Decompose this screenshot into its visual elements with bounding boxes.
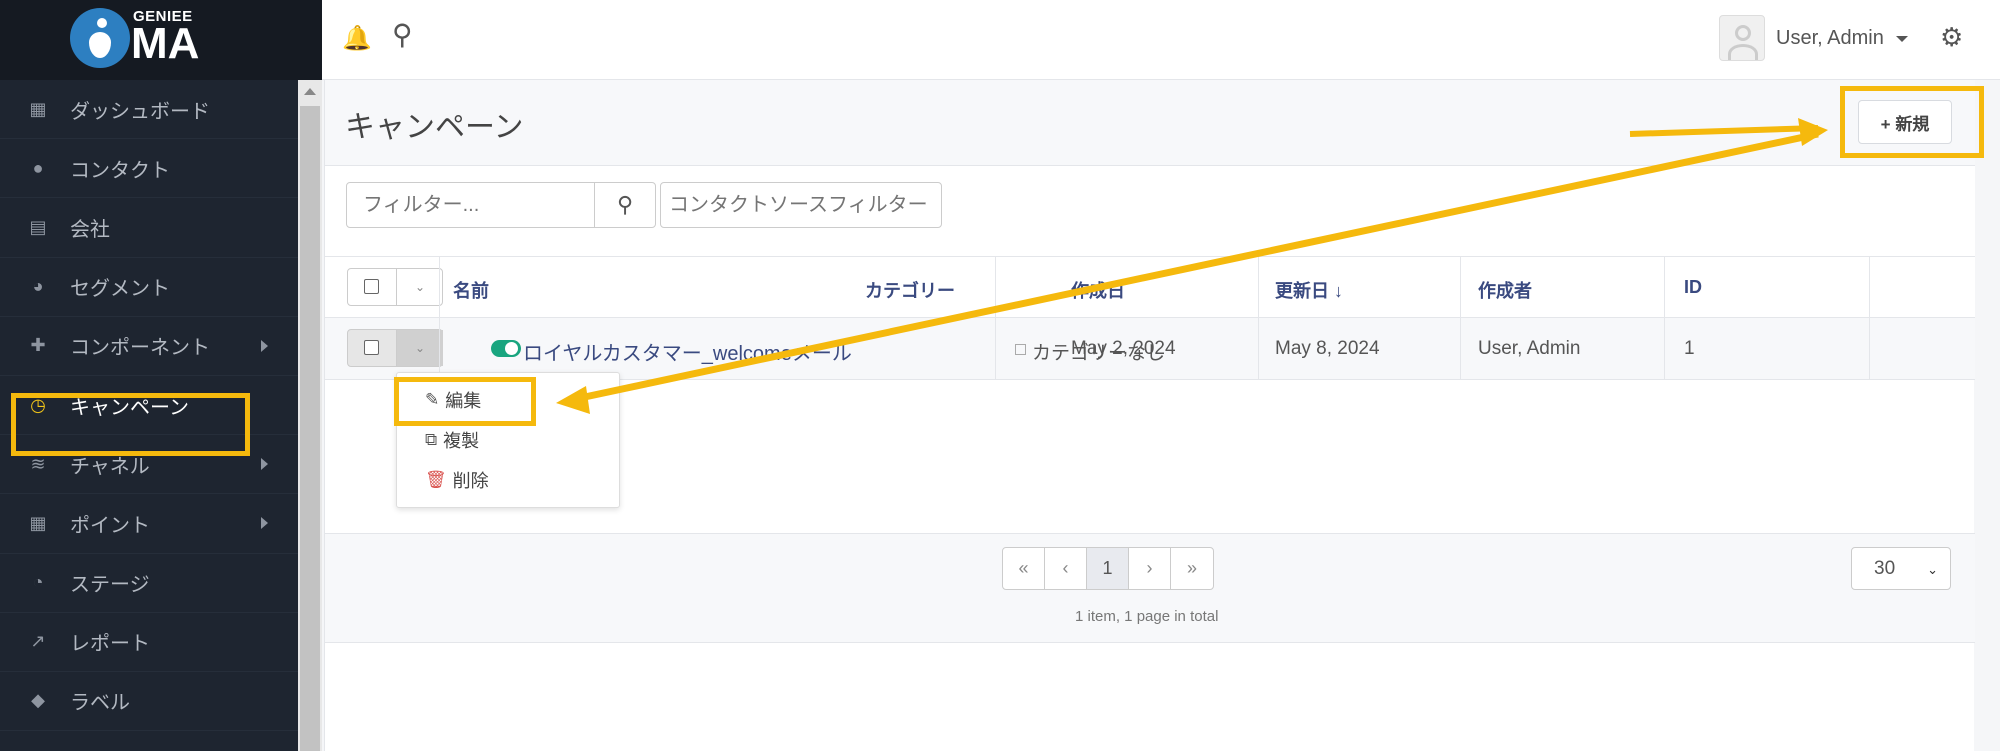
menu-item-delete[interactable]: 🗑 削除 — [425, 467, 489, 493]
sidebar-item-contacts[interactable]: ● コンタクト — [0, 139, 298, 199]
sidebar-item-label: コンポーネント — [70, 337, 210, 360]
sidebar-item-label: レポート — [70, 633, 150, 656]
sidebar-item-labels[interactable]: ◆ ラベル — [0, 672, 298, 732]
pagination-info: 1 item, 1 page in total — [1075, 608, 1219, 625]
pagination: « ‹ 1 › » — [1002, 547, 1214, 590]
first-page-button[interactable]: « — [1003, 548, 1045, 589]
campaign-name-link[interactable]: ロイヤルカスタマー_welcomeメール — [523, 337, 852, 366]
chevron-right-icon — [261, 517, 268, 530]
sidebar-item-segments[interactable]: ◕ セグメント — [0, 258, 298, 317]
table-header: ⌄ 名前 カテゴリー 作成日 更新日 ↓ 作成者 ID — [325, 256, 1975, 318]
published-toggle[interactable] — [491, 340, 521, 357]
menu-item-duplicate[interactable]: ⧉ 複製 — [425, 427, 479, 453]
select-all-checkbox[interactable] — [364, 279, 379, 294]
sidebar-item-companies[interactable]: ▤ 会社 — [0, 198, 298, 258]
pie-chart-icon: ◕ — [32, 276, 44, 297]
prev-page-button[interactable]: ‹ — [1045, 548, 1087, 589]
row-actions-caret-icon[interactable]: ⌄ — [396, 330, 443, 366]
chevron-right-icon — [261, 458, 268, 471]
select-all-control[interactable]: ⌄ — [347, 268, 443, 306]
bell-icon[interactable]: 🔔 — [342, 24, 372, 53]
search-icon[interactable]: ⚲ — [392, 18, 413, 51]
column-divider — [439, 256, 440, 380]
avatar[interactable] — [1719, 15, 1765, 61]
building-icon: ▤ — [29, 216, 47, 237]
sidebar-item-label: ダッシュボード — [70, 100, 210, 123]
scroll-up-arrow-icon[interactable] — [304, 88, 316, 95]
sidebar-item-dashboard[interactable]: ▦ ダッシュボード — [0, 80, 298, 140]
highlight-new-button-box — [1840, 86, 1984, 158]
search-icon: ⚲ — [616, 192, 634, 217]
logo-mark-icon — [70, 8, 130, 68]
sidebar-item-label: ポイント — [70, 514, 150, 537]
top-bar: 🔔 ⚲ User, Admin ⚙ — [322, 0, 2000, 80]
last-page-button[interactable]: » — [1171, 548, 1213, 589]
updated-date-cell: May 8, 2024 — [1275, 338, 1380, 359]
line-chart-icon: ↗ — [30, 631, 46, 652]
column-header-id[interactable]: ID — [1684, 277, 1702, 298]
table-row: ⌄ ロイヤルカスタマー_welcomeメール カテゴリーなし May 2, 20… — [325, 318, 1975, 380]
per-page-value: 30 — [1874, 557, 1896, 579]
scroll-thumb[interactable] — [300, 106, 320, 751]
highlight-campaigns-box — [11, 393, 250, 456]
chevron-right-icon — [261, 339, 268, 352]
calculator-icon: ▦ — [29, 512, 47, 533]
column-header-category[interactable]: カテゴリー — [865, 277, 955, 303]
column-header-created[interactable]: 作成日 — [1071, 277, 1125, 303]
page-title: キャンペーン — [345, 111, 524, 144]
filter-search-button[interactable]: ⚲ — [594, 182, 656, 228]
column-header-updated[interactable]: 更新日 ↓ — [1275, 277, 1343, 303]
id-cell: 1 — [1684, 338, 1695, 359]
tag-icon: ◆ — [31, 690, 45, 711]
sidebar-item-stages[interactable]: ◔ ステージ — [0, 554, 298, 613]
logo-product-text: MA — [131, 19, 200, 68]
column-header-author[interactable]: 作成者 — [1478, 277, 1532, 303]
sidebar-item-points[interactable]: ▦ ポイント — [0, 494, 298, 554]
contact-source-filter-input[interactable] — [660, 182, 942, 228]
author-cell: User, Admin — [1478, 338, 1581, 359]
bulk-actions-caret-icon[interactable]: ⌄ — [396, 269, 443, 305]
row-checkbox[interactable] — [364, 340, 379, 355]
page-header: キャンペーン + 新規 — [325, 80, 1975, 166]
user-menu-name[interactable]: User, Admin — [1776, 27, 1884, 50]
highlight-edit-box — [394, 377, 536, 426]
sidebar-item-reports[interactable]: ↗ レポート — [0, 613, 298, 672]
sidebar: ▦ ダッシュボード ● コンタクト ▤ 会社 ◕ セグメント ✚ コンポーネント… — [0, 0, 298, 751]
category-color-swatch — [1015, 344, 1026, 355]
trash-icon: 🗑 — [425, 470, 447, 489]
sidebar-item-label: ステージ — [70, 574, 150, 597]
sidebar-item-label: セグメント — [70, 278, 170, 301]
rss-icon: ≋ — [30, 453, 46, 474]
created-date-cell: May 2, 2024 — [1071, 338, 1176, 359]
column-divider — [1460, 256, 1461, 380]
menu-item-label: 複製 — [443, 431, 480, 451]
chevron-down-icon: ⌄ — [1927, 562, 1938, 577]
puzzle-icon: ✚ — [30, 335, 46, 356]
column-divider — [1258, 256, 1259, 380]
user-icon: ● — [32, 157, 44, 178]
sidebar-item-components[interactable]: ✚ コンポーネント — [0, 317, 298, 376]
sidebar-scrollbar[interactable] — [298, 80, 322, 751]
app-logo[interactable]: GENIEE MA — [0, 0, 322, 80]
column-divider — [1664, 256, 1665, 380]
pagination-bar: « ‹ 1 › » 1 item, 1 page in total 30 ⌄ — [325, 533, 1975, 643]
column-header-name[interactable]: 名前 — [453, 277, 489, 303]
gauge-icon: ◔ — [32, 572, 44, 593]
gear-icon[interactable]: ⚙ — [1940, 22, 1963, 53]
sidebar-item-label: 会社 — [70, 218, 110, 241]
sidebar-item-label: コンタクト — [70, 159, 170, 182]
menu-item-label: 削除 — [452, 471, 489, 491]
filter-input[interactable] — [346, 182, 595, 228]
per-page-select[interactable]: 30 ⌄ — [1851, 547, 1951, 590]
next-page-button[interactable]: › — [1129, 548, 1171, 589]
duplicate-icon: ⧉ — [425, 430, 438, 449]
column-divider — [1869, 256, 1870, 380]
page-1-button[interactable]: 1 — [1087, 548, 1129, 589]
caret-down-icon[interactable] — [1896, 36, 1908, 42]
row-select-control[interactable]: ⌄ — [347, 329, 443, 367]
dashboard-icon: ▦ — [29, 98, 47, 119]
sidebar-item-label: ラベル — [70, 692, 130, 715]
column-divider — [995, 256, 996, 380]
